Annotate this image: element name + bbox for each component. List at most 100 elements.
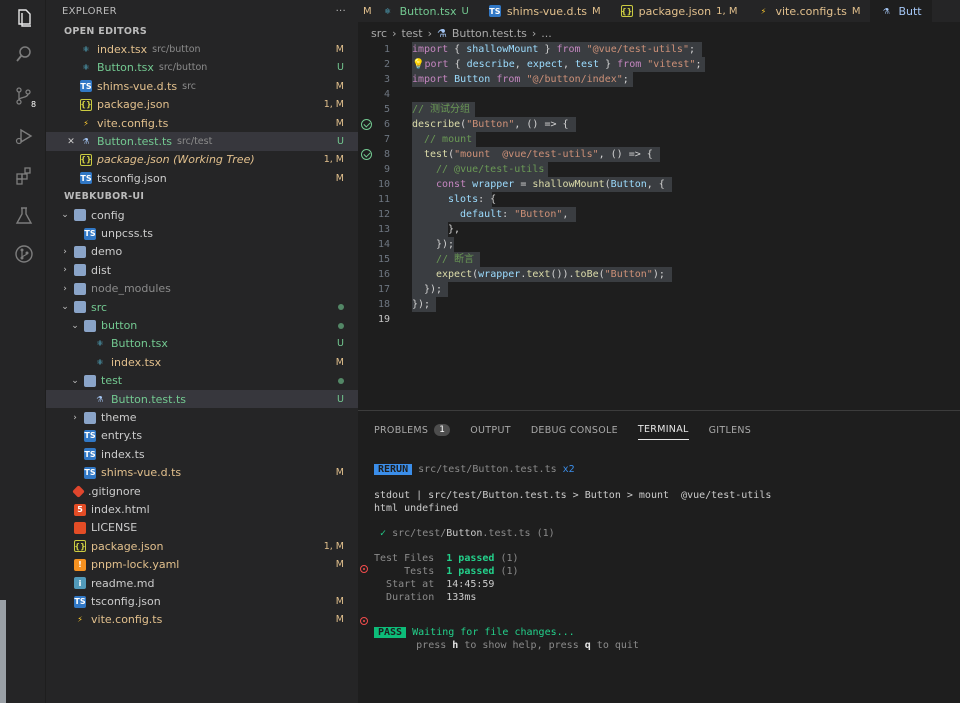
folder-item[interactable]: ⌄ config <box>46 206 358 224</box>
open-editor-item[interactable]: TS tsconfig.json M <box>46 169 358 187</box>
tab-terminal[interactable]: TERMINAL <box>637 420 689 440</box>
file-item[interactable]: {} package.json 1, M <box>46 537 358 555</box>
editor-tab[interactable]: {} package.json 1, M <box>611 0 748 22</box>
file-item[interactable]: TS unpcss.ts <box>46 224 358 242</box>
tab-problems[interactable]: PROBLEMS 1 <box>374 420 451 440</box>
tab-gitlens[interactable]: GITLENS <box>709 420 752 440</box>
open-editor-item[interactable]: {} package.json 1, M <box>46 96 358 114</box>
ts-icon: TS <box>80 172 92 185</box>
line-number: 19 <box>377 314 390 325</box>
code-line-7: // mount <box>424 134 473 145</box>
gitlens-icon[interactable] <box>14 244 34 264</box>
line-number: 11 <box>377 194 390 205</box>
code-line-11: slots: { <box>448 194 497 205</box>
editor-tab[interactable]: ⚗ Butt <box>870 0 932 22</box>
code-line-14: }); <box>436 239 455 250</box>
test-icon: ⚗ <box>96 394 104 404</box>
file-item[interactable]: ⚗ Button.test.ts U <box>46 390 358 409</box>
open-editor-item[interactable]: TS shims-vue.d.ts src M <box>46 77 358 95</box>
breadcrumb-item[interactable]: Button.test.ts <box>452 27 527 40</box>
explorer-icon[interactable] <box>14 8 34 28</box>
folder-item[interactable]: › demo <box>46 243 358 261</box>
code-editor[interactable]: import { shallowMount } from "@vue/test-… <box>358 42 960 402</box>
line-number: 13 <box>377 224 390 235</box>
file-item[interactable]: 5 index.html <box>46 500 358 518</box>
project-section[interactable]: WEBKUBOR-UI <box>46 188 358 206</box>
git-status-badge: M <box>335 559 344 571</box>
file-name: index.ts <box>101 447 145 461</box>
file-name: unpcss.ts <box>101 227 153 241</box>
close-icon[interactable]: ✕ <box>66 137 76 147</box>
file-item[interactable]: TS entry.ts <box>46 427 358 445</box>
file-item[interactable]: ⚛ Button.tsx U <box>46 335 358 353</box>
folder-item[interactable]: › dist <box>46 261 358 279</box>
open-editor-item[interactable]: ⚛ Button.tsx src/button U <box>46 59 358 77</box>
file-path-hint: src <box>182 80 197 92</box>
folder-icon <box>84 411 96 424</box>
editor-tab[interactable]: M <box>358 0 372 22</box>
file-item[interactable]: .gitignore <box>46 482 358 500</box>
file-item[interactable]: ! pnpm-lock.yaml M <box>46 556 358 574</box>
editor-tab[interactable]: ⚛ Button.tsx U <box>372 0 479 22</box>
git-status-badge: M <box>335 80 344 92</box>
explorer-more-button[interactable]: ··· <box>336 6 346 17</box>
section-title: OPEN EDITORS <box>64 25 148 37</box>
search-icon[interactable] <box>14 44 34 64</box>
breadcrumb-separator: › <box>531 26 537 40</box>
react-icon: ⚛ <box>384 6 392 16</box>
folder-item[interactable]: › node_modules <box>46 280 358 298</box>
open-editor-item[interactable]: {} package.json (Working Tree) 1, M <box>46 151 358 169</box>
folder-icon <box>84 374 96 387</box>
open-editor-item[interactable]: ⚡ vite.config.ts M <box>46 114 358 132</box>
file-item[interactable]: TS tsconfig.json M <box>46 592 358 610</box>
file-item[interactable]: TS index.ts <box>46 445 358 463</box>
json-icon: {} <box>80 153 92 166</box>
tab-label: vite.config.ts <box>775 4 847 18</box>
error-decoration-icon <box>360 565 368 573</box>
tab-debug-console[interactable]: DEBUG CONSOLE <box>531 420 618 440</box>
git-status-badge: M <box>335 117 344 129</box>
file-item[interactable]: ⚡ vite.config.ts M <box>46 611 358 629</box>
folder-item[interactable]: ⌄ test <box>46 372 358 390</box>
tab-output[interactable]: OUTPUT <box>470 420 511 440</box>
file-item[interactable]: LICENSE <box>46 519 358 537</box>
breadcrumb-item[interactable]: ... <box>541 27 552 40</box>
folder-item[interactable]: › theme <box>46 408 358 426</box>
react-icon: ⚛ <box>96 339 104 349</box>
file-item[interactable]: ⚛ index.tsx M <box>46 353 358 371</box>
file-name: tsconfig.json <box>91 595 161 609</box>
breadcrumb-item[interactable]: test <box>401 27 422 40</box>
open-editor-item[interactable]: ✕ ⚗ Button.test.ts src/test U <box>46 132 358 151</box>
extensions-icon[interactable] <box>14 166 34 186</box>
line-number: 3 <box>383 74 390 85</box>
git-status-badge: U <box>337 62 344 74</box>
open-editors-section[interactable]: OPEN EDITORS <box>46 22 358 40</box>
line-number: 8 <box>383 149 390 160</box>
editor-tab[interactable]: TS shims-vue.d.ts M <box>479 0 611 22</box>
tab-status: 1, M <box>716 5 738 17</box>
editor-tab[interactable]: ⚡ vite.config.ts M <box>747 0 870 22</box>
open-editor-item[interactable]: ⚛ index.tsx src/button M <box>46 40 358 58</box>
file-name: pnpm-lock.yaml <box>91 558 180 572</box>
run-debug-icon[interactable] <box>14 126 34 146</box>
file-name: node_modules <box>91 282 171 296</box>
change-dot <box>338 377 344 384</box>
breadcrumb-item[interactable]: src <box>371 27 387 40</box>
code-line-17: }); <box>424 284 443 295</box>
file-name: index.tsx <box>97 43 148 57</box>
ts-icon: TS <box>84 466 96 479</box>
lightbulb-icon[interactable]: 💡 <box>412 59 424 70</box>
folder-item[interactable]: ⌄ src <box>46 298 358 316</box>
info-icon: i <box>74 577 86 590</box>
ts-icon: TS <box>84 429 96 442</box>
file-item[interactable]: i readme.md <box>46 574 358 592</box>
file-name: .gitignore <box>88 484 141 498</box>
git-status-badge: M <box>335 467 344 479</box>
test-icon: ⚗ <box>82 137 90 147</box>
ts-icon: TS <box>80 80 92 93</box>
folder-item[interactable]: ⌄ button <box>46 316 358 334</box>
line-number: 17 <box>377 284 390 295</box>
file-item[interactable]: TS shims-vue.d.ts M <box>46 464 358 482</box>
section-title: WEBKUBOR-UI <box>64 191 145 203</box>
testing-icon[interactable] <box>14 206 34 226</box>
